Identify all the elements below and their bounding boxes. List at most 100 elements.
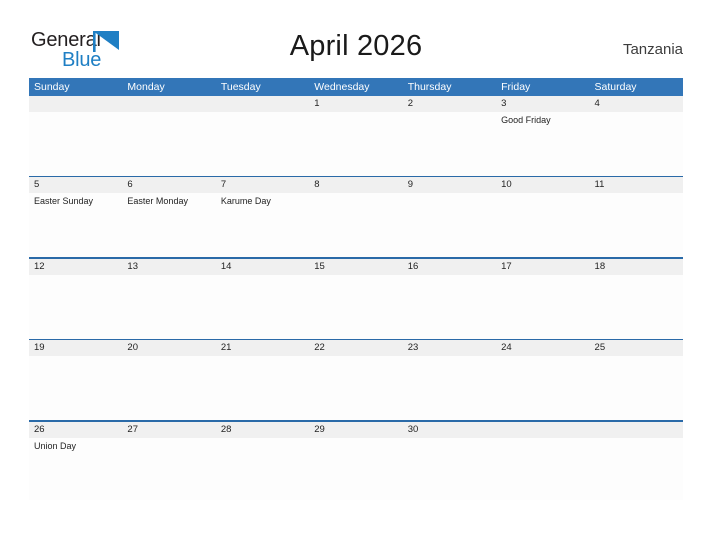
calendar-day-cell[interactable]: 21 [215, 340, 310, 421]
calendar-day-cell[interactable]: 22 [309, 340, 403, 421]
day-of-week-header: Tuesday [220, 81, 261, 93]
day-events [590, 193, 683, 196]
calendar-weeks: 1 2 3 Good Friday 4 5 Easter Sunday 6 Easter Mon… [29, 96, 683, 500]
day-of-week-header: Wednesday [314, 81, 370, 93]
holiday-event: Good Friday [501, 115, 551, 125]
calendar-day-cell[interactable]: 18 [589, 258, 683, 339]
day-number: 19 [29, 340, 123, 357]
day-events [590, 438, 683, 441]
calendar-day-cell[interactable]: 25 [589, 340, 683, 421]
calendar-day-cell[interactable]: 13 [122, 258, 216, 339]
calendar-day-cell[interactable]: 28 [215, 421, 310, 500]
calendar-day-cell[interactable] [496, 421, 590, 500]
day-number: 11 [589, 177, 683, 194]
day-number: 22 [309, 340, 403, 357]
day-number: 26 [29, 421, 123, 438]
day-number: 15 [309, 258, 403, 275]
calendar-day-cell[interactable]: 10 [496, 177, 590, 258]
day-events [590, 112, 683, 115]
day-events [309, 438, 402, 441]
page-title: April 2026 [289, 30, 423, 62]
holiday-event: Karume Day [220, 196, 271, 207]
day-number [215, 96, 310, 112]
calendar-grid: Sunday Monday Tuesday Wednesday Thursday Frid… [29, 78, 683, 500]
holiday-event: Easter Sunday [34, 196, 94, 207]
calendar-week-row: 26 Union Day 27 28 29 30 [29, 420, 683, 500]
day-number: 21 [215, 340, 310, 357]
calendar-day-cell[interactable] [122, 96, 216, 176]
day-number: 1 [309, 96, 403, 112]
day-number: 17 [496, 258, 590, 275]
day-number: 13 [122, 258, 216, 275]
calendar-day-cell[interactable]: 26 Union Day [29, 421, 123, 500]
day-events [403, 193, 496, 196]
country-label: Tanzania [622, 41, 683, 58]
calendar-day-cell[interactable]: 12 [29, 258, 123, 339]
day-events [309, 112, 402, 115]
calendar-day-cell[interactable]: 20 [122, 340, 216, 421]
day-events: Easter Monday [122, 193, 215, 207]
day-events [216, 112, 309, 115]
calendar-day-cell[interactable] [589, 421, 683, 500]
day-events: Good Friday [496, 112, 589, 126]
calendar-day-cell[interactable]: 3 Good Friday [496, 96, 590, 176]
day-events [29, 275, 122, 278]
day-of-week-header: Thursday [407, 81, 452, 93]
day-number: 5 [29, 177, 123, 194]
day-events: Easter Sunday [29, 193, 122, 207]
day-events [496, 438, 589, 441]
calendar-week-cells: 19 20 21 22 23 24 25 [29, 340, 683, 421]
day-events [122, 275, 215, 278]
day-events [216, 438, 309, 441]
calendar-day-cell[interactable]: 23 [402, 340, 497, 421]
day-number: 29 [309, 421, 403, 438]
day-events: Karume Day [216, 193, 309, 207]
calendar-day-cell[interactable]: 5 Easter Sunday [29, 177, 123, 258]
day-events [309, 356, 402, 359]
calendar-week-cells: 1 2 3 Good Friday 4 [29, 96, 683, 176]
day-number: 8 [309, 177, 403, 194]
calendar-week-cells: 12 13 14 15 16 17 18 [29, 258, 683, 339]
day-events [309, 193, 402, 196]
calendar-week-cells: 26 Union Day 27 28 29 30 [29, 421, 683, 500]
day-number: 7 [215, 177, 310, 194]
day-number [496, 421, 590, 438]
calendar-week-row: 5 Easter Sunday 6 Easter Monday 7 Karume Day 8… [29, 176, 683, 258]
day-number: 30 [402, 421, 497, 438]
calendar-day-cell[interactable]: 19 [29, 340, 123, 421]
day-events: Union Day [29, 438, 122, 452]
calendar-day-cell[interactable]: 6 Easter Monday [122, 177, 216, 258]
day-number: 10 [496, 177, 590, 194]
calendar-day-cell[interactable]: 11 [589, 177, 683, 258]
day-number: 3 [496, 96, 590, 112]
day-number: 16 [402, 258, 497, 275]
calendar-day-cell[interactable]: 17 [496, 258, 590, 339]
day-events [403, 438, 496, 441]
calendar-day-cell[interactable]: 29 [309, 421, 403, 500]
calendar-day-cell[interactable]: 2 [402, 96, 497, 176]
calendar-day-cell[interactable]: 7 Karume Day [215, 177, 310, 258]
day-events [29, 112, 122, 115]
calendar-day-cell[interactable]: 9 [402, 177, 497, 258]
calendar-week-row: 12 13 14 15 16 17 18 [29, 257, 683, 339]
calendar-day-cell[interactable]: 15 [309, 258, 403, 339]
holiday-event: Easter Monday [127, 196, 188, 207]
day-of-week-header: Friday [501, 81, 531, 93]
day-events [309, 275, 402, 278]
calendar-day-cell[interactable] [215, 96, 310, 176]
calendar-day-cell[interactable] [29, 96, 123, 176]
calendar-day-cell[interactable]: 4 [589, 96, 683, 176]
calendar-day-cell[interactable]: 27 [122, 421, 216, 500]
calendar-day-cell[interactable]: 16 [402, 258, 497, 339]
calendar-day-cell[interactable]: 24 [496, 340, 590, 421]
day-number [29, 96, 123, 112]
calendar-day-cell[interactable]: 1 [309, 96, 403, 176]
calendar-day-cell[interactable]: 8 [309, 177, 403, 258]
calendar-day-cell[interactable]: 30 [402, 421, 497, 500]
calendar-day-cell[interactable]: 14 [215, 258, 310, 339]
day-events [590, 275, 683, 278]
day-events [403, 112, 496, 115]
day-number: 2 [402, 96, 497, 112]
day-events [122, 356, 215, 359]
day-number: 20 [122, 340, 216, 357]
